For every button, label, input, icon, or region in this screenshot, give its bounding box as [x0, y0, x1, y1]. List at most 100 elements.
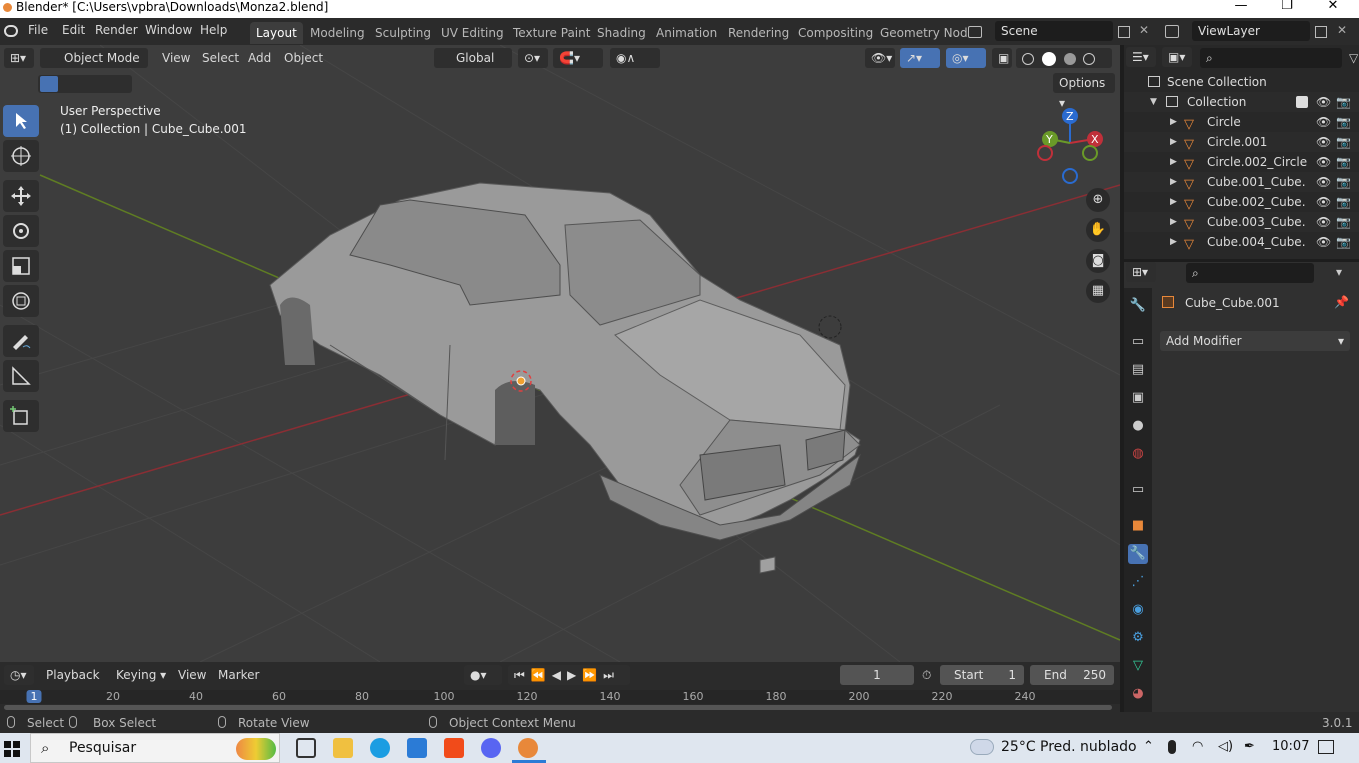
tab-shading[interactable]: Shading [591, 22, 652, 44]
row-eye-icon[interactable]: 👁 [1316, 212, 1331, 232]
overlay-toggle[interactable]: ◎▾ [946, 48, 986, 68]
notifications-icon[interactable] [1318, 740, 1334, 754]
weather-icon[interactable] [970, 739, 994, 755]
outliner-object-row[interactable]: ▶ ▽ Cube.003_Cube. 👁 📷 [1124, 212, 1359, 232]
pan-hand-icon[interactable]: ✋ [1086, 218, 1110, 242]
row-camera-icon[interactable]: 📷 [1336, 212, 1351, 232]
world-tab-icon[interactable]: ◍ [1128, 444, 1148, 464]
chevron-up-icon[interactable]: ⌃ [1143, 739, 1154, 754]
playback-controls[interactable]: ⏮⏪◀▶⏩⏭ [508, 665, 630, 685]
add-modifier-dropdown[interactable]: Add Modifier ▾ [1160, 331, 1350, 351]
row-eye-icon[interactable]: 👁 [1316, 132, 1331, 152]
tab-rendering[interactable]: Rendering [722, 22, 795, 44]
timeline-scrollbar[interactable] [4, 705, 1112, 710]
properties-search-input[interactable]: ⌕ [1186, 263, 1314, 283]
outliner-object-row[interactable]: ▶ ▽ Cube.002_Cube. 👁 📷 [1124, 192, 1359, 212]
xray-toggle[interactable]: ▣ [992, 48, 1012, 68]
weather-description[interactable]: Pred. nublado [1040, 739, 1137, 755]
row-eye-icon[interactable]: 👁 [1316, 192, 1331, 212]
material-tab-icon[interactable]: ◕ [1128, 684, 1148, 704]
outliner-editor-type[interactable]: ☰▾ [1126, 47, 1156, 67]
row-eye-icon[interactable]: 👁 [1316, 112, 1331, 132]
rendered-shading-icon[interactable] [1083, 52, 1096, 65]
new-view-layer-icon[interactable] [1315, 26, 1327, 38]
stopwatch-icon[interactable]: ⏱ [922, 668, 931, 683]
properties-editor-type[interactable]: ⊞▾ [1126, 262, 1156, 282]
row-eye-icon[interactable]: 👁 [1316, 152, 1331, 172]
marker-menu[interactable]: Marker [218, 665, 259, 685]
wifi-icon[interactable]: ◠ [1192, 739, 1203, 754]
outliner-search-input[interactable]: ⌕ [1200, 48, 1342, 68]
object-tab-icon[interactable]: ■ [1128, 516, 1148, 536]
file-explorer-icon[interactable] [333, 738, 353, 758]
tab-texture-paint[interactable]: Texture Paint [507, 22, 596, 44]
menu-edit[interactable]: Edit [62, 23, 85, 37]
clock-time[interactable]: 10:07 [1272, 739, 1309, 754]
data-tab-icon[interactable]: ▽ [1128, 656, 1148, 676]
minimize-button[interactable]: — [1218, 0, 1264, 14]
current-frame-field[interactable]: 1 [840, 665, 914, 685]
menu-help[interactable]: Help [200, 23, 227, 37]
brave-browser-icon[interactable] [444, 738, 464, 758]
tool-tab-icon[interactable]: 🔧 [1128, 296, 1148, 316]
wireframe-shading-icon[interactable] [1022, 52, 1034, 65]
add-cube-tool[interactable] [3, 400, 39, 432]
menu-render[interactable]: Render [95, 23, 138, 37]
snap-button[interactable]: 🧲▾ [553, 48, 603, 68]
options-dropdown[interactable]: Options ▾ [1053, 73, 1115, 110]
outliner-collection[interactable]: ▼ Collection 👁 📷 [1124, 92, 1359, 112]
microphone-icon[interactable] [1168, 740, 1176, 754]
collection-tab-icon[interactable]: ▭ [1128, 480, 1148, 500]
view-layer-selector[interactable]: ViewLayer [1192, 21, 1310, 41]
windows-start-icon[interactable] [4, 741, 20, 757]
expand-arrow-icon[interactable]: ▶ [1170, 132, 1177, 152]
tab-geometry-nodes[interactable]: Geometry Nod [874, 22, 974, 44]
scale-tool[interactable] [3, 250, 39, 282]
taskbar-search-box[interactable]: ⌕ Pesquisar [30, 733, 280, 763]
weather-temperature[interactable]: 25°C [1001, 739, 1036, 755]
material-shading-icon[interactable] [1063, 52, 1076, 65]
collection-checkbox[interactable] [1296, 96, 1308, 108]
playback-menu[interactable]: Playback ▾ [40, 665, 108, 702]
gizmo-toggle[interactable]: ↗▾ [900, 48, 940, 68]
expand-arrow-icon[interactable]: ▶ [1170, 152, 1177, 172]
menu-add[interactable]: Add [248, 48, 271, 68]
transform-orientation[interactable]: Global [434, 48, 512, 68]
expand-icon[interactable]: ▼ [1150, 92, 1157, 112]
perspective-grid-icon[interactable]: ▦ [1086, 279, 1110, 303]
transform-tool[interactable] [3, 285, 39, 317]
mode-selector[interactable]: Object Mode [40, 48, 148, 68]
discord-icon[interactable] [481, 738, 501, 758]
timeline-view-menu[interactable]: View [178, 665, 206, 685]
outliner-object-row[interactable]: ▶ ▽ Circle.002_Circle 👁 📷 [1124, 152, 1359, 172]
task-view-icon[interactable] [296, 738, 316, 758]
menu-view[interactable]: View [162, 48, 190, 68]
measure-tool[interactable] [3, 360, 39, 392]
row-eye-icon[interactable]: 👁 [1316, 232, 1331, 252]
menu-select[interactable]: Select [202, 48, 239, 68]
solid-shading-icon[interactable] [1041, 51, 1056, 66]
blender-taskbar-icon[interactable] [518, 738, 538, 758]
camera-view-icon[interactable]: ◙ [1086, 249, 1110, 273]
expand-arrow-icon[interactable]: ▶ [1170, 172, 1177, 192]
maximize-button[interactable]: ❐ [1264, 0, 1310, 14]
select-new-icon[interactable] [40, 76, 58, 92]
outliner-object-row[interactable]: ▶ ▽ Cube.004_Cube. 👁 📷 [1124, 232, 1359, 252]
outliner-display-mode[interactable]: ▣▾ [1162, 47, 1192, 67]
proportional-edit-button[interactable]: ◉∧ [610, 48, 660, 68]
outliner-object-row[interactable]: ▶ ▽ Circle 👁 📷 [1124, 112, 1359, 132]
row-camera-icon[interactable]: 📷 [1336, 232, 1351, 252]
row-camera-icon[interactable]: 📷 [1336, 172, 1351, 192]
constraints-tab-icon[interactable]: ⚙ [1128, 628, 1148, 648]
modifier-tab-icon[interactable]: 🔧 [1128, 544, 1148, 564]
select-box-tool[interactable] [3, 105, 39, 137]
row-camera-icon[interactable]: 📷 [1336, 192, 1351, 212]
close-button[interactable]: ✕ [1310, 0, 1356, 14]
select-mode-buttons[interactable] [38, 75, 132, 93]
cursor-tool[interactable] [3, 140, 39, 172]
outliner-object-row[interactable]: ▶ ▽ Cube.001_Cube. 👁 📷 [1124, 172, 1359, 192]
expand-arrow-icon[interactable]: ▶ [1170, 192, 1177, 212]
menu-window[interactable]: Window [145, 23, 192, 37]
view-layer-tab-icon[interactable]: ▣ [1128, 388, 1148, 408]
tab-layout[interactable]: Layout [250, 22, 303, 44]
